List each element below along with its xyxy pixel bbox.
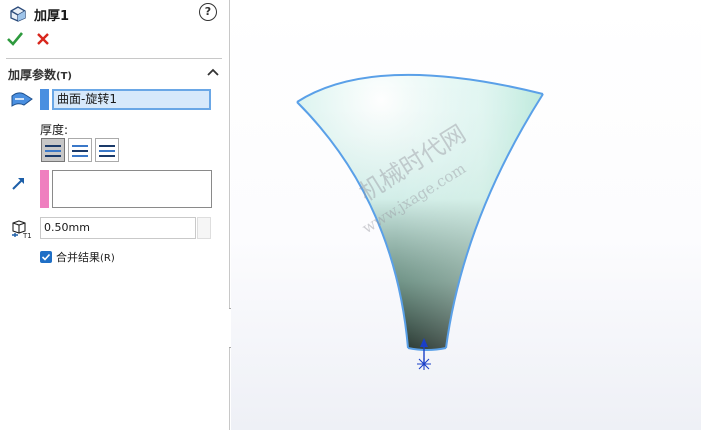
ok-button[interactable] [6, 30, 24, 48]
feature-title: 加厚1 [34, 9, 70, 24]
feature-header: 加厚1 ? [0, 0, 230, 26]
merge-result-checkbox[interactable] [40, 251, 52, 263]
section-hotkey: (T) [56, 71, 72, 82]
surface-selection-icon [11, 92, 33, 107]
direction-arrow-icon [12, 178, 24, 190]
direction-selection-box[interactable] [52, 170, 212, 208]
divider [6, 58, 222, 59]
chevron-up-icon[interactable] [206, 66, 220, 78]
checkmark-icon [7, 32, 24, 46]
selection-color-tab [40, 89, 49, 110]
graphics-area[interactable]: 机械时代网 www.jxage.com [231, 0, 701, 430]
thicken-side1-button[interactable] [41, 138, 65, 162]
thickness-value-input[interactable]: 0.50mm [40, 217, 196, 239]
surface-selection-box[interactable]: 曲面-旋转1 [52, 89, 211, 110]
thickness-t1-icon: T1 [12, 220, 32, 239]
thicken-feature-icon [10, 6, 26, 22]
property-manager: 加厚1 ? 加厚参数(T) 曲面-旋转1 厚度: T1 0.50mm 合并结果(… [0, 0, 230, 430]
selected-surface-item[interactable]: 曲面-旋转1 [57, 92, 117, 106]
help-button[interactable]: ? [199, 3, 217, 21]
x-icon [37, 33, 49, 45]
cancel-button[interactable] [34, 30, 52, 48]
merge-result-hotkey: (R) [100, 253, 115, 264]
thickness-label: 厚度: [40, 123, 69, 137]
svg-text:T1: T1 [22, 232, 32, 239]
thickness-spinner[interactable] [197, 217, 211, 239]
section-header-thicken-parameters[interactable]: 加厚参数(T) [8, 66, 72, 83]
checkmark-icon [41, 253, 51, 261]
section-title: 加厚参数 [8, 68, 57, 82]
merge-result-label[interactable]: 合并结果(R) [56, 249, 115, 265]
thicken-side2-button[interactable] [95, 138, 119, 162]
direction-color-tab [40, 170, 49, 208]
surface-model[interactable] [231, 0, 701, 430]
thicken-both-sides-button[interactable] [68, 138, 92, 162]
merge-result-text: 合并结果 [56, 251, 100, 264]
